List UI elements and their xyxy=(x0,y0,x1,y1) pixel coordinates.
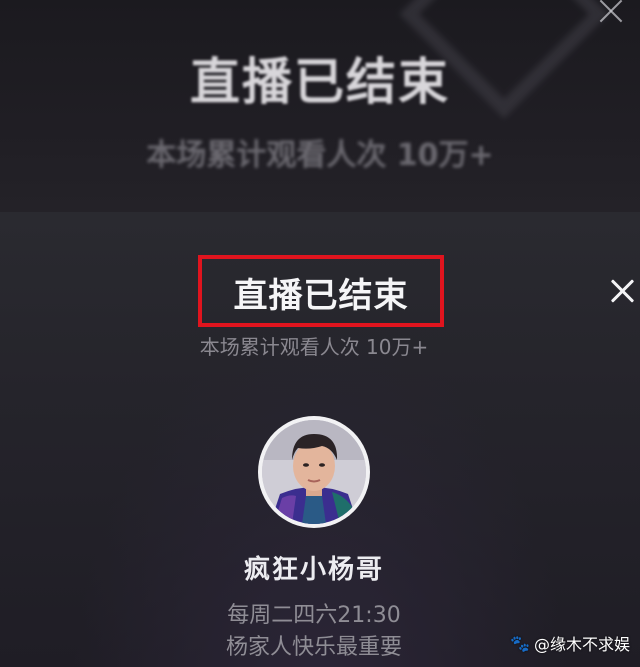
watermark-text: @缘木不求娱 xyxy=(533,635,630,654)
live-ended-screen: 直播已结束 本场累计观看人次 10万+ 直播已结束 本场累计观看人次 10万+ xyxy=(0,0,640,667)
close-icon[interactable] xyxy=(609,277,637,305)
top-live-ended-title: 直播已结束 xyxy=(190,53,450,111)
streamer-name: 疯狂小杨哥 xyxy=(243,555,384,585)
avatar[interactable] xyxy=(258,416,370,528)
red-highlight-box xyxy=(198,255,444,327)
viewer-count-text: 本场累计观看人次 10万+ xyxy=(199,335,429,359)
avatar-portrait xyxy=(262,420,366,524)
stream-schedule: 每周二四六21:30 xyxy=(227,603,401,628)
top-blurred-panel: 直播已结束 本场累计观看人次 10万+ xyxy=(0,0,640,212)
watermark: 🐾 @缘木不求娱 xyxy=(510,631,630,655)
top-viewer-count: 本场累计观看人次 10万+ xyxy=(146,138,494,173)
paw-icon: 🐾 xyxy=(510,633,530,653)
close-icon[interactable] xyxy=(596,0,626,24)
avatar-image xyxy=(262,420,366,524)
